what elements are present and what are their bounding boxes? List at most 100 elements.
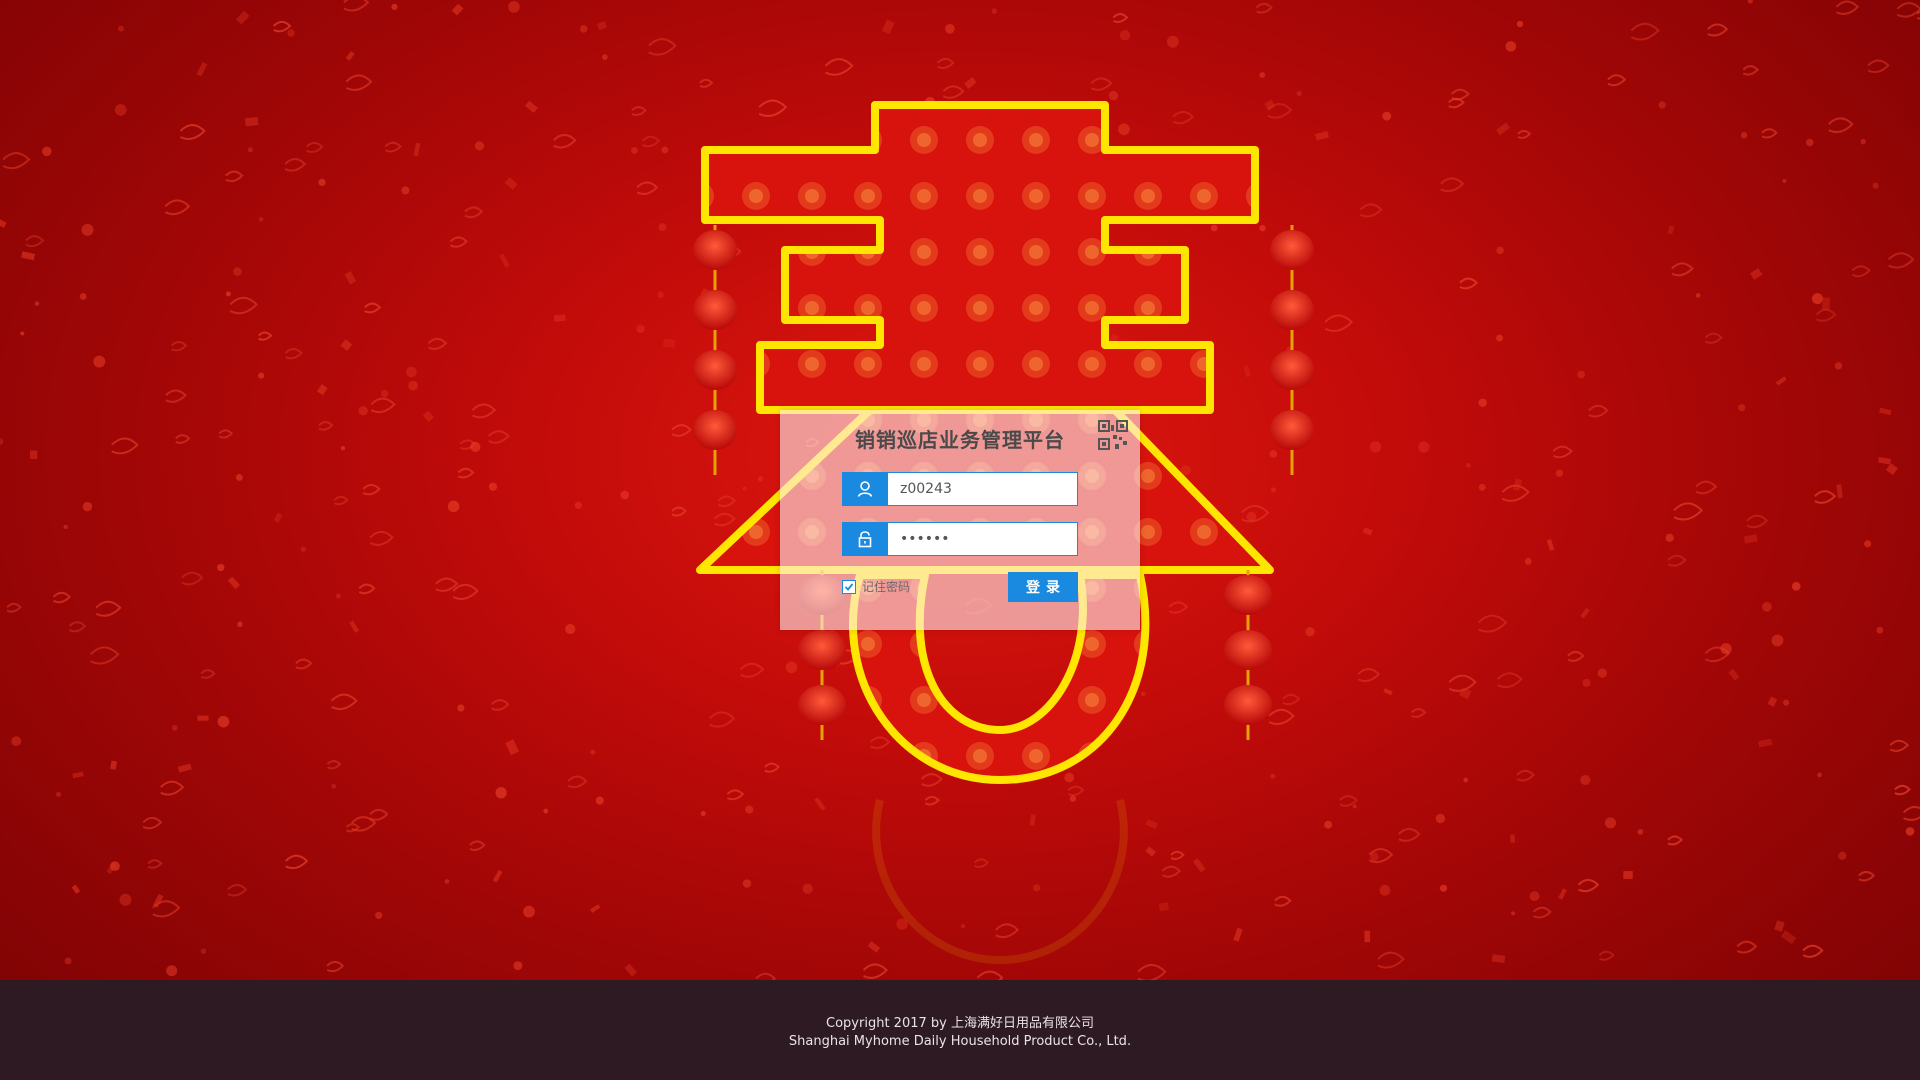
confetti-piece <box>1145 819 1158 830</box>
confetti-piece <box>1876 626 1884 634</box>
confetti-piece <box>1009 772 1022 785</box>
confetti-piece <box>1066 330 1079 342</box>
confetti-piece <box>1359 203 1383 218</box>
confetti-piece <box>413 142 421 157</box>
confetti-piece <box>63 524 68 530</box>
confetti-piece <box>369 530 394 546</box>
confetti-piece <box>181 571 204 586</box>
confetti-piece <box>1665 533 1674 542</box>
confetti-piece <box>624 963 637 977</box>
confetti-piece <box>82 501 93 512</box>
confetti-piece <box>1667 554 1687 567</box>
confetti-piece <box>1282 693 1301 706</box>
login-button[interactable]: 登录 <box>1008 572 1078 602</box>
qr-code-icon[interactable] <box>1098 420 1128 450</box>
confetti-piece <box>764 762 781 773</box>
confetti-piece <box>708 711 736 728</box>
confetti-piece <box>620 490 630 500</box>
confetti-piece <box>641 135 661 148</box>
confetti-piece <box>166 965 178 977</box>
confetti-piece <box>1817 772 1822 778</box>
confetti-piece <box>272 20 292 33</box>
confetti-piece <box>1607 74 1627 87</box>
confetti-piece <box>1815 308 1837 322</box>
confetti-piece <box>1811 293 1823 305</box>
confetti-piece <box>81 223 94 236</box>
username-input[interactable] <box>888 472 1078 506</box>
confetti-piece <box>565 623 576 635</box>
confetti-piece <box>1397 827 1421 842</box>
confetti-piece <box>1210 224 1218 232</box>
remember-checkbox[interactable] <box>842 579 856 594</box>
copyright-text: Copyright 2017 by 上海满好日用品有限公司 <box>826 1016 1094 1031</box>
confetti-piece <box>0 217 7 228</box>
confetti-piece <box>1774 920 1785 932</box>
confetti-piece <box>1324 820 1333 829</box>
confetti-piece <box>742 486 747 491</box>
confetti-piece <box>1598 950 1615 961</box>
confetti-piece <box>1623 870 1633 879</box>
password-input[interactable] <box>888 522 1078 556</box>
confetti-piece <box>1532 906 1552 919</box>
confetti-piece <box>1447 97 1465 109</box>
confetti-piece <box>2 152 31 170</box>
confetti-piece <box>1166 35 1179 48</box>
confetti-piece <box>1728 668 1740 681</box>
confetti-piece <box>1035 113 1042 121</box>
confetti-piece <box>333 495 349 506</box>
confetti-piece <box>1902 805 1920 821</box>
confetti-piece <box>648 38 677 56</box>
confetti-piece <box>975 257 990 272</box>
confetti-piece <box>1064 772 1075 783</box>
confetti-piece <box>1270 487 1277 493</box>
confetti-piece <box>229 296 259 315</box>
confetti-piece <box>828 628 840 640</box>
confetti-piece <box>821 684 826 690</box>
confetti-piece <box>1510 834 1516 843</box>
confetti-piece <box>1802 944 1824 958</box>
confetti-piece <box>1750 268 1763 280</box>
confetti-piece <box>661 146 669 154</box>
confetti-piece <box>1170 372 1188 383</box>
confetti-piece <box>1090 77 1113 91</box>
confetti-piece <box>1516 20 1524 28</box>
confetti-piece <box>636 181 659 196</box>
confetti-piece <box>1023 124 1050 140</box>
confetti-piece <box>1671 262 1694 277</box>
confetti-piece <box>1259 72 1266 78</box>
confetti-piece <box>1558 888 1567 900</box>
confetti-piece <box>1771 634 1784 647</box>
confetti-piece <box>1240 504 1270 523</box>
remember-password: 记住密码 <box>842 578 910 595</box>
confetti-piece <box>989 743 1008 755</box>
confetti-piece <box>976 970 1004 980</box>
confetti-piece <box>1495 122 1510 136</box>
confetti-piece <box>1264 99 1276 111</box>
confetti-piece <box>1451 88 1470 101</box>
confetti-piece <box>523 905 535 918</box>
confetti-piece <box>1410 708 1427 718</box>
confetti-piece <box>370 397 396 414</box>
confetti-piece <box>1364 930 1371 943</box>
confetti-piece <box>1246 511 1257 522</box>
confetti-piece <box>757 476 764 482</box>
confetti-piece <box>776 214 792 224</box>
confetti-piece <box>1137 963 1167 980</box>
confetti-piece <box>1192 858 1206 873</box>
confetti-piece <box>920 773 943 787</box>
username-field <box>842 472 1078 506</box>
confetti-piece <box>657 291 664 298</box>
confetti-piece <box>64 957 72 965</box>
confetti-piece <box>217 715 230 728</box>
confetti-piece <box>171 724 178 731</box>
confetti-piece <box>375 911 383 919</box>
confetti-piece <box>881 19 895 35</box>
confetti-piece <box>284 158 307 172</box>
confetti-piece <box>380 389 389 398</box>
confetti-piece <box>34 301 40 306</box>
confetti-piece <box>300 546 307 552</box>
confetti-piece <box>1835 0 1860 15</box>
confetti-piece <box>218 429 234 439</box>
confetti-piece <box>258 217 264 222</box>
confetti-piece <box>1382 111 1392 121</box>
